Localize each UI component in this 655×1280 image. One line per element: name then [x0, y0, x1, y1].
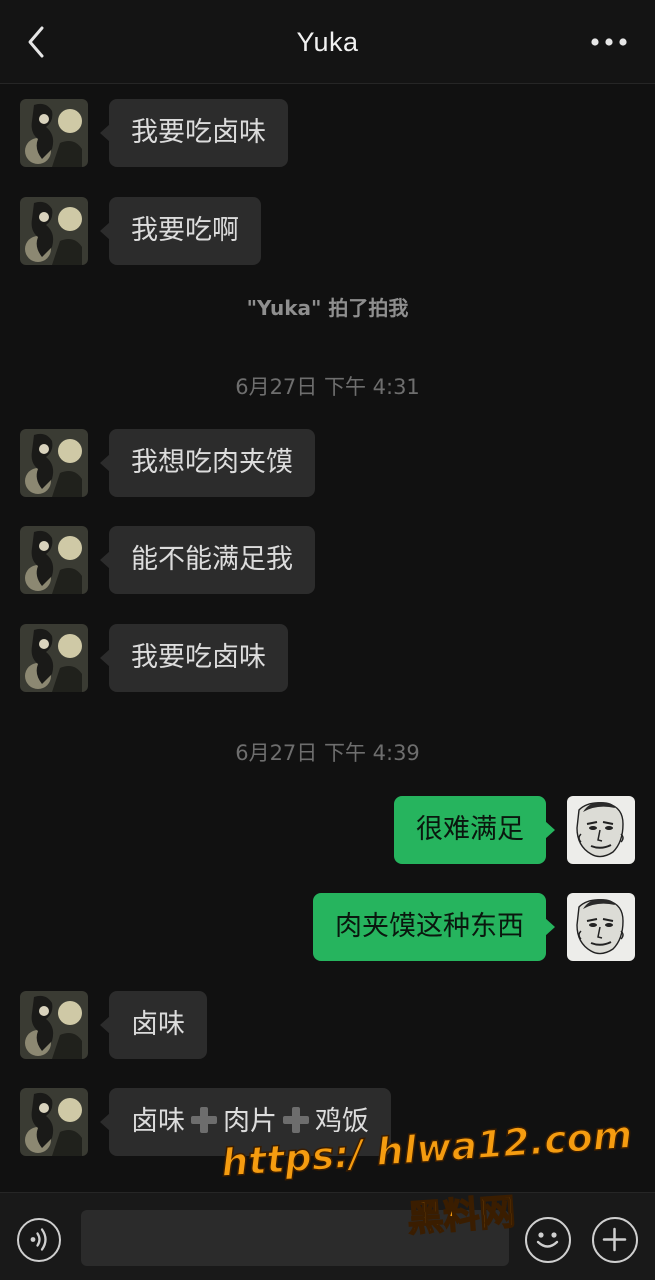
- contact-avatar-image: [20, 526, 88, 594]
- my-avatar[interactable]: [567, 893, 635, 961]
- incoming-message-bubble[interactable]: 卤味: [100, 991, 207, 1059]
- incoming-message-bubble[interactable]: 我要吃卤味: [100, 99, 288, 167]
- contact-avatar[interactable]: [20, 526, 88, 594]
- timestamp: 6月27日 下午 4:31: [235, 375, 420, 399]
- contact-avatar[interactable]: [20, 429, 88, 497]
- contact-avatar[interactable]: [20, 99, 88, 167]
- more-dots-icon: [591, 38, 627, 46]
- contact-avatar-image: [20, 429, 88, 497]
- incoming-message-bubble[interactable]: 我要吃卤味: [100, 624, 288, 692]
- chat-title: Yuka: [296, 27, 359, 57]
- my-avatar[interactable]: [567, 796, 635, 864]
- outgoing-message-bubble[interactable]: 肉夹馍这种东西: [313, 893, 555, 961]
- input-toolbar: [0, 1192, 655, 1280]
- contact-avatar-image: [20, 624, 88, 692]
- outgoing-message-bubble[interactable]: 很难满足: [394, 796, 555, 864]
- heavy-plus-emoji-icon: [283, 1107, 309, 1133]
- incoming-message-bubble[interactable]: 能不能满足我: [100, 526, 315, 594]
- plus-icon: [602, 1227, 627, 1252]
- more-button[interactable]: [589, 30, 629, 54]
- meme-face-avatar-image: [567, 893, 635, 961]
- message-part: 肉片: [223, 1106, 277, 1137]
- contact-avatar[interactable]: [20, 197, 88, 265]
- message-part: 卤味: [131, 1106, 185, 1137]
- meme-face-avatar-image: [567, 796, 635, 864]
- heavy-plus-emoji-icon: [191, 1107, 217, 1133]
- pat-notification: "Yuka" 拍了拍我: [246, 296, 409, 320]
- contact-avatar[interactable]: [20, 1088, 88, 1156]
- message-input[interactable]: [81, 1210, 509, 1266]
- chat-header: Yuka: [0, 0, 655, 84]
- contact-avatar-image: [20, 991, 88, 1059]
- contact-avatar-image: [20, 1088, 88, 1156]
- contact-avatar-image: [20, 99, 88, 167]
- voice-input-button[interactable]: [17, 1218, 61, 1262]
- voice-wave-icon: [30, 1228, 47, 1251]
- message-part: 鸡饭: [315, 1106, 369, 1137]
- contact-avatar[interactable]: [20, 624, 88, 692]
- incoming-message-bubble[interactable]: 卤味 肉片 鸡饭: [100, 1088, 391, 1156]
- message-list[interactable]: 我要吃卤味 我要吃啊 "Yuka" 拍了拍我 6月27日 下午 4:31 我想吃…: [0, 84, 655, 1192]
- incoming-message-bubble[interactable]: 我想吃肉夹馍: [100, 429, 315, 497]
- timestamp: 6月27日 下午 4:39: [235, 741, 420, 765]
- emoji-button[interactable]: [525, 1217, 571, 1263]
- smiley-icon: [536, 1232, 559, 1248]
- contact-avatar[interactable]: [20, 991, 88, 1059]
- contact-avatar-image: [20, 197, 88, 265]
- more-actions-button[interactable]: [592, 1217, 638, 1263]
- incoming-message-bubble[interactable]: 我要吃啊: [100, 197, 261, 265]
